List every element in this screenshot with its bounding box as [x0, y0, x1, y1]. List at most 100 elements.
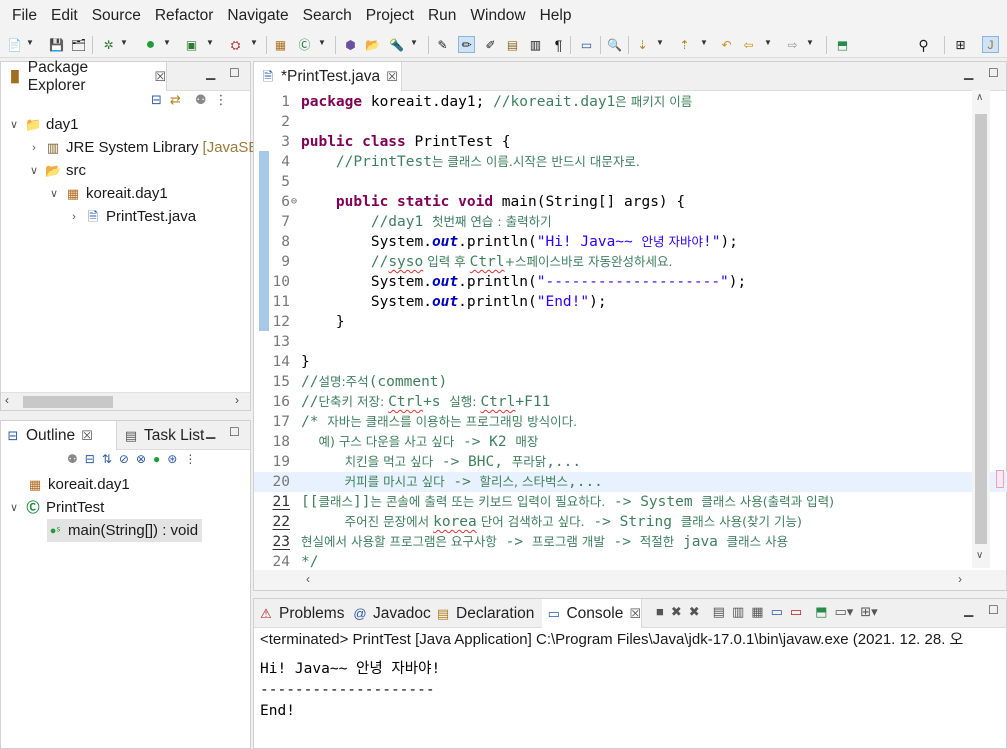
hide-fields-icon[interactable]: ⊘ [119, 452, 129, 466]
tab-console[interactable]: ▭ Console ☒ [542, 599, 642, 628]
clear-console-icon[interactable]: ▤ [713, 604, 725, 620]
vertical-scrollbar[interactable]: ∧ ∨ [972, 90, 990, 568]
code-line[interactable]: 1 package koreait.day1; //koreait.day1은 패… [254, 92, 1007, 112]
search-icon[interactable]: 🔦 [388, 36, 405, 53]
hide-static-icon[interactable]: ⊗ [136, 452, 146, 466]
link-with-editor-icon[interactable]: ⇄ [170, 92, 181, 108]
forward-icon[interactable]: ⇨ [784, 36, 801, 53]
tab-declaration[interactable]: ▤ Declaration [435, 599, 535, 628]
tree-item-src[interactable]: ∨ 📂 src [27, 159, 86, 182]
chevron-right-icon[interactable]: › [67, 211, 81, 223]
maximize-icon[interactable]: ☐ [229, 425, 240, 439]
coverage-icon[interactable]: ▣ [183, 36, 200, 53]
code-line[interactable]: 3 public class PrintTest { [254, 132, 1007, 152]
new-java-package-icon[interactable]: ▦ [272, 36, 289, 53]
tab-task-list[interactable]: ▤ Task List [119, 421, 204, 450]
paragraph-icon[interactable]: ¶ [550, 36, 567, 53]
code-line[interactable]: 22 주어진 문장에서 korea 단어 검색하고 싶다. -> String … [254, 512, 1007, 532]
outline-item-main[interactable]: ●ˢ main(String[]) : void [47, 519, 203, 542]
scroll-down-icon[interactable]: ∨ [976, 550, 983, 561]
display-console-icon[interactable]: ▭▾ [834, 604, 853, 620]
minimize-icon[interactable]: ▁ [206, 66, 215, 80]
code-line[interactable]: 18 예) 구스 다운을 사고 싶다 -> K2 매장 [254, 432, 1007, 452]
back-icon[interactable]: ↶ [718, 36, 735, 53]
hide-nonpublic-icon[interactable]: ● [153, 452, 160, 466]
filter-icon[interactable]: ⚉ [195, 92, 207, 108]
open-task-icon[interactable]: 📂 [364, 36, 381, 53]
code-line[interactable]: 2 [254, 112, 1007, 132]
menu-search[interactable]: Search [296, 0, 359, 32]
pin-console-icon[interactable]: ⬒ [815, 604, 827, 620]
menu-help[interactable]: Help [533, 0, 579, 32]
close-icon[interactable]: ☒ [386, 69, 398, 85]
menu-refactor[interactable]: Refactor [148, 0, 221, 32]
scrollbar-thumb[interactable] [975, 114, 987, 544]
remove-all-icon[interactable]: ✖ [689, 604, 700, 620]
chevron-down-icon[interactable]: ∨ [47, 187, 61, 200]
close-icon[interactable]: ☒ [629, 606, 641, 622]
view-menu-icon[interactable]: ⋮ [214, 92, 227, 108]
hide-local-types-icon[interactable]: ⊛ [167, 452, 177, 466]
open-console-icon[interactable]: ⊞▾ [860, 604, 877, 620]
overview-marker[interactable] [996, 470, 1004, 488]
outline-item-class[interactable]: ∨ Ⓒ PrintTest [7, 496, 104, 519]
pin-editor-icon[interactable]: ⬒ [834, 36, 851, 53]
code-line[interactable]: 14} [254, 352, 1007, 372]
back-arrow-icon[interactable]: ⇦ [740, 36, 757, 53]
console-output[interactable]: Hi! Java~~ 안녕 자바야! -------------------- En… [260, 659, 440, 722]
previous-annotation-icon[interactable]: ▥ [527, 36, 544, 53]
new-icon[interactable]: 📄 [6, 36, 23, 53]
remove-launch-icon[interactable]: ✖ [671, 604, 682, 620]
chevron-right-icon[interactable]: › [27, 142, 41, 154]
outline-item-package[interactable]: ▦ koreait.day1 [27, 473, 130, 496]
tab-problems[interactable]: ⚠ Problems [258, 599, 344, 628]
menu-source[interactable]: Source [85, 0, 148, 32]
minimize-icon[interactable]: ▁ [206, 425, 215, 439]
scroll-left-icon[interactable]: ‹ [306, 572, 310, 586]
code-line[interactable]: 15 //설명:주석(comment) [254, 372, 1007, 392]
tab-javadoc[interactable]: @ Javadoc [352, 599, 430, 628]
code-line[interactable]: 4 //PrintTest는 클래스 이름.시작은 반드시 대문자로. [254, 152, 1007, 172]
word-wrap-icon[interactable]: ▦ [751, 604, 763, 620]
code-line[interactable]: 9 //syso 입력 후 Ctrl+스페이스바로 자동완성하세요. [254, 252, 1007, 272]
collapse-all-icon[interactable]: ⊟ [151, 92, 162, 108]
view-menu-icon[interactable]: ⋮ [184, 452, 196, 466]
code-line[interactable]: 20 커피를 마시고 싶다 -> 할리스, 스타벅스,... [254, 472, 1007, 492]
collapse-all-icon[interactable]: ⊟ [85, 452, 95, 466]
code-line[interactable]: 8 System.out.println("Hi! Java~~ 안녕 자바야!… [254, 232, 1007, 252]
menu-run[interactable]: Run [421, 0, 463, 32]
tree-item-package[interactable]: ∨ ▦ koreait.day1 [47, 182, 168, 205]
maximize-icon[interactable]: ☐ [229, 66, 240, 80]
close-icon[interactable]: ☒ [154, 69, 166, 85]
chevron-down-icon[interactable]: ∨ [7, 118, 21, 131]
code-line[interactable]: 23 현실에서 사용할 프로그램은 요구사항 -> 프로그램 개발 -> 적절한 … [254, 532, 1007, 552]
menu-navigate[interactable]: Navigate [220, 0, 295, 32]
scrollbar-thumb[interactable] [23, 396, 113, 408]
minimize-icon[interactable]: ▁ [964, 603, 973, 617]
toggle-mark-occurrences-icon[interactable]: ✎ [434, 36, 451, 53]
code-line[interactable]: 16//단축키 저장: Ctrl+s 실행: Ctrl+F11 [254, 392, 1007, 412]
menu-project[interactable]: Project [359, 0, 421, 32]
java-perspective-icon[interactable]: J [982, 36, 999, 53]
scroll-left-icon[interactable]: ‹ [5, 393, 9, 407]
code-line[interactable]: 17 /* 자바는 클래스를 이용하는 프로그래밍 방식이다. [254, 412, 1007, 432]
focus-icon[interactable]: ⚉ [67, 452, 78, 466]
external-tools-icon[interactable]: ⛭ [227, 36, 244, 53]
show-whitespace-icon[interactable]: ✐ [482, 36, 499, 53]
code-line[interactable]: 7 //day1 첫번째 연습 : 출력하기 [254, 212, 1007, 232]
tree-item-day1[interactable]: ∨ 📁 day1 [7, 113, 79, 136]
toggle-block-selection-icon[interactable]: ✏ [458, 36, 475, 53]
code-line[interactable]: 24 */ [254, 552, 1007, 568]
code-line[interactable]: 13 [254, 332, 1007, 352]
maximize-icon[interactable]: ☐ [988, 603, 999, 617]
code-line[interactable]: 5 [254, 172, 1007, 192]
chevron-down-icon[interactable]: ∨ [7, 501, 21, 514]
run-icon[interactable]: ● [142, 36, 159, 53]
debug-icon[interactable]: ✲ [100, 36, 117, 53]
code-line[interactable]: 21 [[클래스]]는 콘솔에 출력 또는 키보드 입력이 필요하다. -> Sy… [254, 492, 1007, 512]
code-line[interactable]: 12 } [254, 312, 1007, 332]
show-on-stderr-icon[interactable]: ▭ [790, 604, 802, 620]
save-icon[interactable]: 💾 [48, 36, 65, 53]
next-annotation-icon[interactable]: ▤ [504, 36, 521, 53]
menu-file[interactable]: File [5, 0, 44, 32]
